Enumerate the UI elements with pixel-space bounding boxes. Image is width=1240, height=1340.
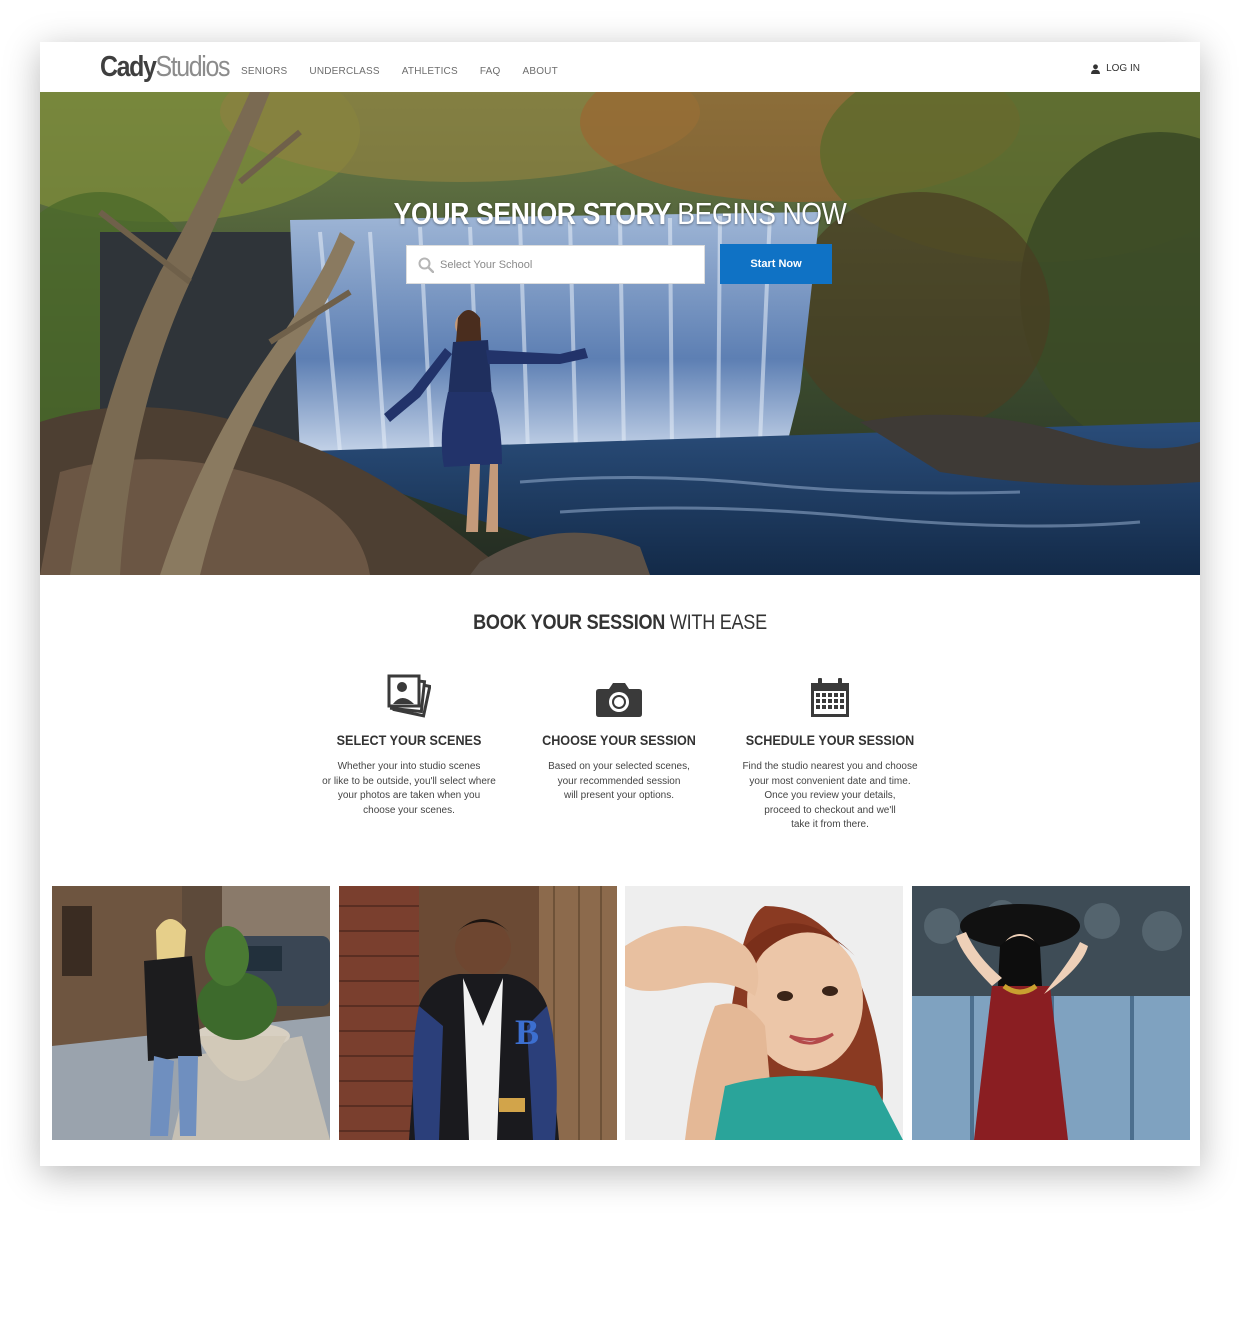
cady-studios-logo[interactable]: CadyStudios	[100, 50, 230, 84]
login-label: LOG IN	[1106, 63, 1140, 74]
logo-bold-text: Cady	[100, 51, 157, 83]
step-title: SELECT YOUR SCENES	[336, 732, 482, 748]
step-line: Based on your selected scenes,	[548, 761, 690, 772]
step-line: proceed to checkout and we'll	[764, 804, 896, 816]
school-search[interactable]	[406, 245, 705, 284]
photos-icon	[387, 674, 431, 718]
site-header: CadyStudios SENIORS UNDERCLASS ATHLETICS…	[40, 42, 1200, 92]
step-line: take it from there.	[791, 819, 869, 830]
main-nav: SENIORS UNDERCLASS ATHLETICS FAQ ABOUT	[241, 66, 558, 77]
start-now-button[interactable]: Start Now	[720, 244, 832, 284]
step-select-scenes: SELECT YOUR SCENES Whether your into stu…	[309, 672, 509, 818]
step-line: your most convenient date and time.	[749, 775, 911, 787]
booking-title-bold: BOOK YOUR SESSION	[473, 611, 666, 634]
step-line: Find the studio nearest you and choose	[742, 761, 918, 772]
nav-item-faq[interactable]: FAQ	[480, 66, 501, 77]
logo-light-text: Studios	[155, 51, 230, 83]
gallery-photo-street[interactable]	[52, 886, 330, 1140]
step-description: Whether your into studio scenes or like …	[309, 760, 509, 818]
login-link[interactable]: LOG IN	[1091, 63, 1140, 74]
user-icon	[1091, 63, 1101, 74]
step-line: your photos are taken when you	[337, 790, 481, 801]
hero-title-bold: YOUR SENIOR STORY	[393, 196, 671, 231]
step-description: Based on your selected scenes, your reco…	[519, 760, 719, 804]
step-description: Find the studio nearest you and choose y…	[730, 760, 930, 833]
gallery-photo-door[interactable]	[912, 886, 1190, 1140]
step-line: your recommended session	[557, 775, 681, 787]
step-line: Once you review your details,	[764, 790, 896, 801]
step-line: will present your options.	[563, 790, 675, 801]
calendar-icon	[811, 678, 849, 717]
gallery-photo-jacket[interactable]: B	[339, 886, 617, 1140]
step-title: CHOOSE YOUR SESSION	[542, 732, 696, 748]
school-search-input[interactable]	[440, 246, 690, 283]
svg-text:B: B	[515, 1012, 539, 1052]
step-choose-session: CHOOSE YOUR SESSION Based on your select…	[519, 672, 719, 804]
hero-title-light: BEGINS NOW	[677, 196, 847, 231]
nav-item-athletics[interactable]: ATHLETICS	[402, 66, 458, 77]
booking-title: BOOK YOUR SESSION WITH EASE	[121, 608, 1119, 638]
hero-banner: YOUR SENIOR STORY BEGINS NOW Start Now	[40, 92, 1200, 575]
page-container: CadyStudios SENIORS UNDERCLASS ATHLETICS…	[40, 42, 1200, 1166]
nav-item-about[interactable]: ABOUT	[522, 66, 557, 77]
step-line: choose your scenes.	[363, 804, 455, 816]
step-line: or like to be outside, you'll select whe…	[322, 775, 496, 787]
nav-item-underclass[interactable]: UNDERCLASS	[309, 66, 379, 77]
gallery-photo-portrait[interactable]	[625, 886, 903, 1140]
hero-photo	[40, 92, 1200, 575]
camera-icon	[596, 683, 642, 717]
booking-title-light: WITH EASE	[669, 611, 767, 634]
hero-title: YOUR SENIOR STORY BEGINS NOW	[121, 194, 1119, 234]
step-title: SCHEDULE YOUR SESSION	[745, 732, 915, 748]
nav-item-seniors[interactable]: SENIORS	[241, 66, 287, 77]
step-line: Whether your into studio scenes	[337, 761, 481, 772]
search-icon	[418, 257, 434, 273]
step-schedule-session: SCHEDULE YOUR SESSION Find the studio ne…	[730, 672, 930, 833]
